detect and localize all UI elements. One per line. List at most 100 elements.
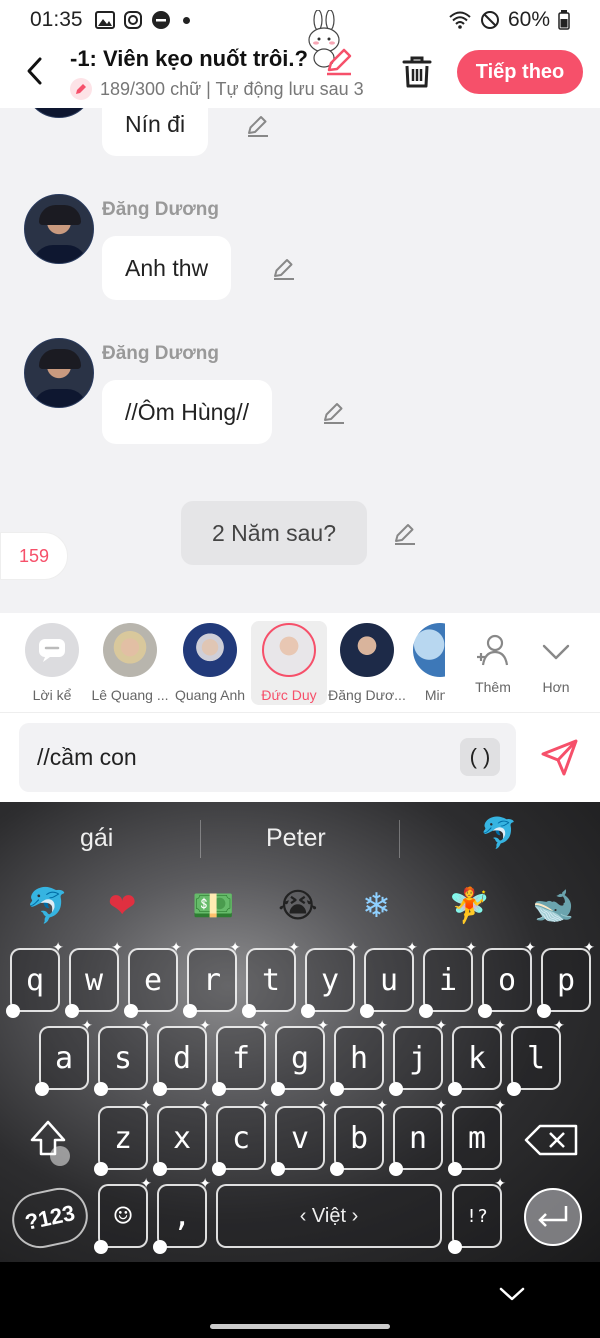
character-quang-anh[interactable]: Quang Anh (172, 621, 248, 705)
pen-icon (70, 78, 92, 100)
image-icon (94, 11, 115, 29)
emoji-key[interactable]: ☺ ✦ (94, 1176, 152, 1254)
backspace-icon[interactable] (522, 1118, 584, 1162)
keyboard: gái Peter 🐬 🐬 ❤ 💵 😭 ❄ 🧚 🐋 q ✦ w ✦ e ✦ r ✦ t ✦… (0, 802, 600, 1262)
key-e[interactable]: e ✦ (124, 940, 182, 1018)
key-v[interactable]: v ✦ (271, 1098, 329, 1176)
home-handle[interactable] (210, 1324, 390, 1329)
system-navigation-bar (0, 1262, 600, 1338)
emoji-crying[interactable]: 😭 (278, 886, 318, 926)
hide-keyboard-chevron-icon[interactable] (498, 1284, 526, 1304)
character-label: Minh (424, 687, 445, 703)
key-r[interactable]: r ✦ (183, 940, 241, 1018)
character-label: Lê Quang ... (91, 687, 169, 703)
edit-narration-icon[interactable] (392, 520, 418, 546)
editor-header: -1: Viên kẹo nuốt trôi.? 189/300 chữ | T… (0, 10, 600, 108)
emoji-snowflake[interactable]: ❄ (362, 886, 391, 926)
narration-bubble[interactable]: 2 Năm sau? (181, 501, 367, 565)
emoji-money[interactable]: 💵 (192, 886, 234, 926)
chapter-title[interactable]: -1: Viên kẹo nuốt trôi.? (70, 46, 308, 72)
edit-title-icon[interactable] (322, 44, 356, 78)
instagram-icon (123, 11, 142, 29)
message-bubble[interactable]: Anh thw (102, 236, 232, 300)
word-count-status: 189/300 chữ | Tự động lưu sau 3 (70, 78, 364, 100)
key-comma[interactable]: , ✦ (153, 1176, 211, 1254)
key-w[interactable]: w ✦ (65, 940, 123, 1018)
sender-name: Đăng Dương (102, 199, 219, 220)
key-b[interactable]: b ✦ (330, 1098, 388, 1176)
punctuation-key[interactable]: !? ✦ (448, 1176, 506, 1254)
edit-message-icon[interactable] (271, 255, 297, 281)
character-dang-duong[interactable]: Đăng Dươ... (328, 621, 406, 705)
character-label: Lời kể (32, 687, 72, 703)
message-count-badge[interactable]: 159 (0, 532, 68, 580)
key-l[interactable]: l ✦ (507, 1018, 565, 1096)
key-o[interactable]: o ✦ (478, 940, 536, 1018)
key-h[interactable]: h ✦ (330, 1018, 388, 1096)
emoji-dolphin[interactable]: 🐬 (26, 886, 68, 926)
message-input[interactable]: //cầm con ( ) (19, 723, 516, 792)
key-x[interactable]: x ✦ (153, 1098, 211, 1176)
key-n[interactable]: n ✦ (389, 1098, 447, 1176)
edit-message-icon[interactable] (245, 112, 271, 138)
key-q[interactable]: q ✦ (6, 940, 64, 1018)
key-u[interactable]: u ✦ (360, 940, 418, 1018)
avatar (103, 623, 157, 677)
space-key[interactable]: ‹ Việt › (216, 1184, 442, 1248)
key-f[interactable]: f ✦ (212, 1018, 270, 1096)
character-selector: Lời kể Lê Quang ... Quang Anh Đức Duy Đă… (0, 613, 600, 713)
key-s[interactable]: s ✦ (94, 1018, 152, 1096)
key-z[interactable]: z ✦ (94, 1098, 152, 1176)
character-duc-duy[interactable]: Đức Duy (251, 621, 327, 705)
key-m[interactable]: m ✦ (448, 1098, 506, 1176)
chevron-down-icon (542, 644, 570, 660)
trash-icon[interactable] (400, 54, 434, 90)
suggestion-item[interactable]: Peter (266, 824, 326, 853)
message-bubble[interactable]: //Ôm Hùng// (102, 380, 272, 444)
avatar[interactable] (24, 108, 94, 118)
symbols-key[interactable]: ?123 (7, 1182, 93, 1254)
dolphin-suggestion-icon[interactable]: 🐬 (480, 816, 517, 851)
key-c[interactable]: c ✦ (212, 1098, 270, 1176)
key-y[interactable]: y ✦ (301, 940, 359, 1018)
key-a[interactable]: a ✦ (35, 1018, 93, 1096)
character-narrator[interactable]: Lời kể (14, 621, 90, 705)
suggestion-item[interactable]: gái (80, 824, 113, 853)
more-notifications-dot (182, 16, 190, 24)
enter-icon[interactable] (520, 1186, 586, 1248)
avatar (262, 623, 316, 677)
emoji-fairy[interactable]: 🧚 (448, 886, 490, 926)
emoji-heart[interactable]: ❤ (108, 886, 137, 926)
character-label: Đăng Dươ... (328, 687, 406, 703)
next-button[interactable]: Tiếp theo (457, 50, 583, 94)
notification-icons (94, 10, 190, 30)
key-g[interactable]: g ✦ (271, 1018, 329, 1096)
key-p[interactable]: p ✦ (537, 940, 595, 1018)
key-k[interactable]: k ✦ (448, 1018, 506, 1096)
key-j[interactable]: j ✦ (389, 1018, 447, 1096)
key-t[interactable]: t ✦ (242, 940, 300, 1018)
avatar[interactable] (24, 338, 94, 408)
emoji-whale[interactable]: 🐋 (532, 886, 574, 926)
chat-bubble-icon (39, 639, 65, 662)
character-label: Đức Duy (261, 687, 317, 703)
avatar[interactable] (24, 194, 94, 264)
parentheses-button[interactable]: ( ) (460, 738, 500, 776)
character-label: Hơn (542, 679, 570, 695)
more-characters-button[interactable]: Hơn (518, 621, 594, 705)
wifi-icon (449, 11, 471, 29)
blocked-icon (480, 11, 499, 29)
emoji-row: 🐬 ❤ 💵 😭 ❄ 🧚 🐋 (0, 882, 600, 938)
character-minh[interactable]: Minh (405, 621, 445, 705)
character-le-quang[interactable]: Lê Quang ... (91, 621, 169, 705)
character-label: Quang Anh (174, 687, 246, 703)
send-icon[interactable] (538, 735, 582, 779)
back-arrow-icon[interactable] (20, 54, 50, 88)
key-i[interactable]: i ✦ (419, 940, 477, 1018)
message-bubble[interactable]: Nín đi (102, 108, 209, 156)
battery-icon (558, 10, 570, 30)
key-d[interactable]: d ✦ (153, 1018, 211, 1096)
composer: //cầm con ( ) (0, 713, 600, 802)
edit-message-icon[interactable] (321, 399, 347, 425)
shift-icon[interactable] (20, 1112, 76, 1168)
